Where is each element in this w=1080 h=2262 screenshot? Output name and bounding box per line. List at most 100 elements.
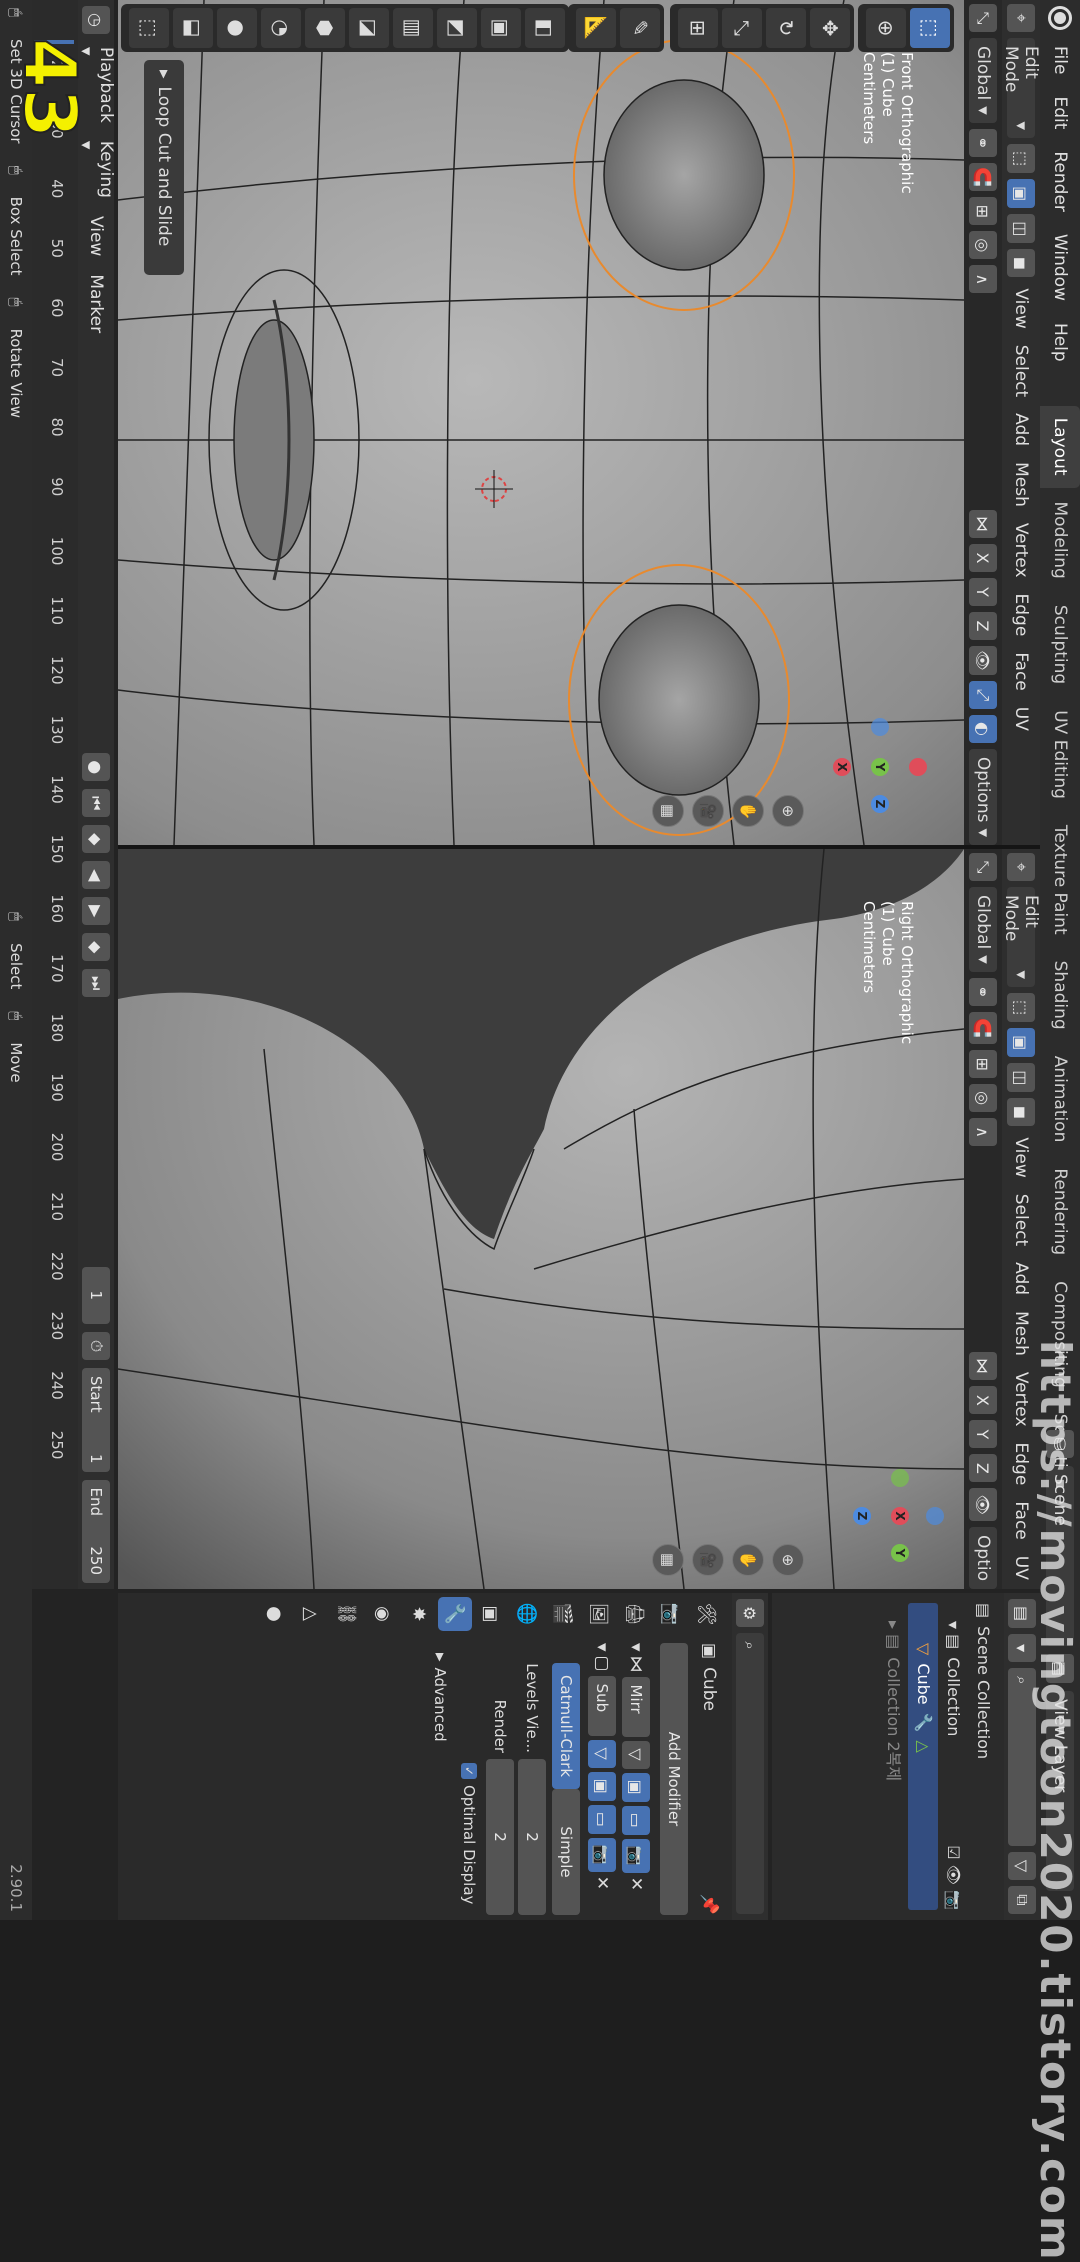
tab-rendering[interactable]: Rendering	[1040, 1156, 1080, 1267]
menu-view-2[interactable]: View	[1011, 1132, 1031, 1182]
zoom-icon-2[interactable]: ⊕	[772, 1544, 804, 1576]
spin-tool-icon[interactable]: ◔	[261, 8, 301, 48]
render-field[interactable]: 2	[486, 1759, 514, 1915]
left-viewport[interactable]: ⬚ ⊕ ✥ ↻ ⤡ ⊞ ✎ 📐 ◧ ▣ ◩ ▥ ◪ ⬢ ◔ ● ⬓ ⬚ Fron…	[118, 0, 964, 845]
axis-y-icon[interactable]: Y	[871, 758, 889, 776]
camera-view-icon-2[interactable]: 🎥	[692, 1544, 724, 1576]
vertex-select-icon-2[interactable]: ▣	[1007, 1028, 1035, 1058]
modifier-tab-icon[interactable]: 🔧	[438, 1597, 472, 1631]
snap-icon[interactable]: 🧲	[969, 162, 997, 192]
filter-icon[interactable]: ▽	[1008, 1852, 1036, 1880]
ortho-toggle-icon-2[interactable]: ▦	[652, 1544, 684, 1576]
menu-render[interactable]: Render	[1040, 141, 1080, 222]
axis-z-icon[interactable]: Z	[871, 795, 889, 813]
properties-search[interactable]: ⌕	[736, 1633, 764, 1914]
edit-mode-toggle-icon[interactable]: ▽	[622, 1740, 650, 1769]
edge-select-icon[interactable]: ◫	[1007, 214, 1035, 244]
mirror-z[interactable]: Z	[969, 612, 997, 641]
knife-tool-icon[interactable]: ◪	[349, 8, 389, 48]
constraints-tab-icon[interactable]: ⛓	[330, 1597, 364, 1631]
scene-tab-icon[interactable]: 🎬	[546, 1597, 580, 1631]
scene-field[interactable]: Scene	[1046, 1466, 1074, 1646]
mirror-y[interactable]: Y	[969, 578, 997, 607]
camera-view-icon[interactable]: 🎥	[692, 795, 724, 827]
extrude-tool-icon[interactable]: ◧	[525, 8, 565, 48]
falloff-icon[interactable]: ∧	[969, 265, 997, 294]
menu-mesh-2[interactable]: Mesh	[1011, 1306, 1031, 1361]
particles-tab-icon[interactable]: ✸	[402, 1597, 436, 1631]
gizmo-icon[interactable]: ⤢	[969, 680, 997, 709]
axis-x-neg-icon[interactable]	[909, 758, 927, 776]
menu-mesh[interactable]: Mesh	[1011, 457, 1031, 512]
expand-icon-2[interactable]: ▾	[592, 1643, 612, 1652]
scene-icon[interactable]: ⛁	[1046, 1430, 1074, 1458]
tab-shading[interactable]: Shading	[1040, 949, 1080, 1042]
new-collection-icon[interactable]: ⧉	[1008, 1886, 1036, 1914]
zoom-icon[interactable]: ⊕	[772, 795, 804, 827]
mirror-name-field[interactable]: Mirr	[622, 1676, 650, 1737]
menu-help[interactable]: Help	[1040, 313, 1080, 372]
menu-uv[interactable]: UV	[1011, 702, 1031, 736]
pan-icon-2[interactable]: ✋	[732, 1544, 764, 1576]
proportional-icon[interactable]: ◎	[969, 231, 997, 260]
tree-cube[interactable]: ▽ Cube 🔧 △	[908, 1603, 938, 1910]
levels-field[interactable]: 2	[518, 1759, 546, 1915]
face-select-icon-2[interactable]: ◼	[1007, 1098, 1035, 1127]
subsurf-name-field[interactable]: Sub	[588, 1675, 616, 1736]
render-tab-icon[interactable]: 📷	[654, 1597, 688, 1631]
ortho-toggle-icon[interactable]: ▦	[652, 795, 684, 827]
falloff-icon-2[interactable]: ∧	[969, 1118, 997, 1147]
visibility-icon-2[interactable]: 👁	[969, 1488, 997, 1522]
outliner-search[interactable]: ⌕	[1008, 1668, 1036, 1846]
menu-window[interactable]: Window	[1040, 224, 1080, 311]
overlay-icon[interactable]: ◐	[969, 714, 997, 743]
view-layer-field[interactable]: View Layer	[1046, 1691, 1074, 1892]
outliner-editor-icon[interactable]: ▤	[1008, 1599, 1036, 1629]
polybuild-tool-icon[interactable]: ⬢	[305, 8, 345, 48]
loopcut-tool-icon[interactable]: ▥	[393, 8, 433, 48]
mode-select[interactable]: Edit Mode ▾	[1001, 38, 1041, 138]
blender-logo-icon[interactable]	[1048, 6, 1072, 30]
shrink-tool-icon[interactable]: ⬚	[129, 8, 169, 48]
right-viewport[interactable]: Right Orthographic (1) Cube Centimeters …	[118, 849, 964, 1589]
menu-vertex[interactable]: Vertex	[1011, 518, 1031, 583]
menu-select[interactable]: Select	[1011, 340, 1031, 402]
mirror-y-2[interactable]: Y	[969, 1420, 997, 1449]
editor-type-icon-2[interactable]: ⌖	[1007, 853, 1035, 881]
tab-compositing[interactable]: Compositing	[1040, 1269, 1080, 1400]
mirror-x-2[interactable]: X	[969, 1386, 997, 1415]
transform-orientation[interactable]: Global ▾	[969, 38, 997, 123]
menu-face-2[interactable]: Face	[1011, 1496, 1031, 1544]
output-tab-icon[interactable]: 🖨	[618, 1597, 652, 1631]
inset-tool-icon[interactable]: ▣	[481, 8, 521, 48]
operator-panel[interactable]: ▸ Loop Cut and Slide	[144, 60, 184, 275]
tree-collection-2[interactable]: ▸ ▤ Collection 2복제	[878, 1603, 908, 1910]
tab-uv-editing[interactable]: UV Editing	[1040, 698, 1080, 811]
snap-target-icon-2[interactable]: ⊞	[969, 1050, 997, 1079]
world-tab-icon[interactable]: 🌐	[510, 1597, 544, 1631]
menu-edge-2[interactable]: Edge	[1011, 1438, 1031, 1491]
visibility-icon[interactable]: 👁	[969, 646, 997, 675]
render-toggle-icon-2[interactable]: 📷	[588, 1837, 616, 1872]
menu-uv-2[interactable]: UV	[1011, 1551, 1031, 1585]
subsurf-close-icon[interactable]: ✕	[592, 1876, 612, 1890]
menu-select-2[interactable]: Select	[1011, 1189, 1031, 1251]
axis-x-icon[interactable]: X	[833, 758, 851, 776]
axis-y-icon-2[interactable]: Y	[891, 1544, 909, 1562]
cage-toggle-icon[interactable]: ▣	[622, 1772, 650, 1802]
pin-icon[interactable]: 📌	[699, 1894, 719, 1915]
transform-orient-icon[interactable]: ⤡	[969, 4, 997, 32]
physics-tab-icon[interactable]: ◉	[366, 1597, 400, 1631]
select-mode-icon-2[interactable]: ⬚	[1007, 993, 1035, 1023]
move-tool-icon[interactable]: ✥	[810, 8, 850, 48]
timeline-ruler[interactable]: 20 30 40 50 60 70 80 90 100 110 120 130 140 150 160 170…	[32, 0, 114, 1589]
editor-type-icon[interactable]: ⌖	[1007, 4, 1035, 32]
optimal-display-row[interactable]: ✓ Optimal Display	[460, 1643, 478, 1915]
menu-edit[interactable]: Edit	[1040, 86, 1080, 139]
edit-mode-toggle-icon-2[interactable]: ▽	[588, 1739, 616, 1768]
axis-z-neg-icon-2[interactable]	[926, 1507, 944, 1525]
tab-sculpting[interactable]: Sculpting	[1040, 593, 1080, 696]
tool-tab-icon[interactable]: 🛠	[690, 1597, 724, 1631]
menu-vertex-2[interactable]: Vertex	[1011, 1367, 1031, 1432]
tab-modeling[interactable]: Modeling	[1040, 490, 1080, 591]
